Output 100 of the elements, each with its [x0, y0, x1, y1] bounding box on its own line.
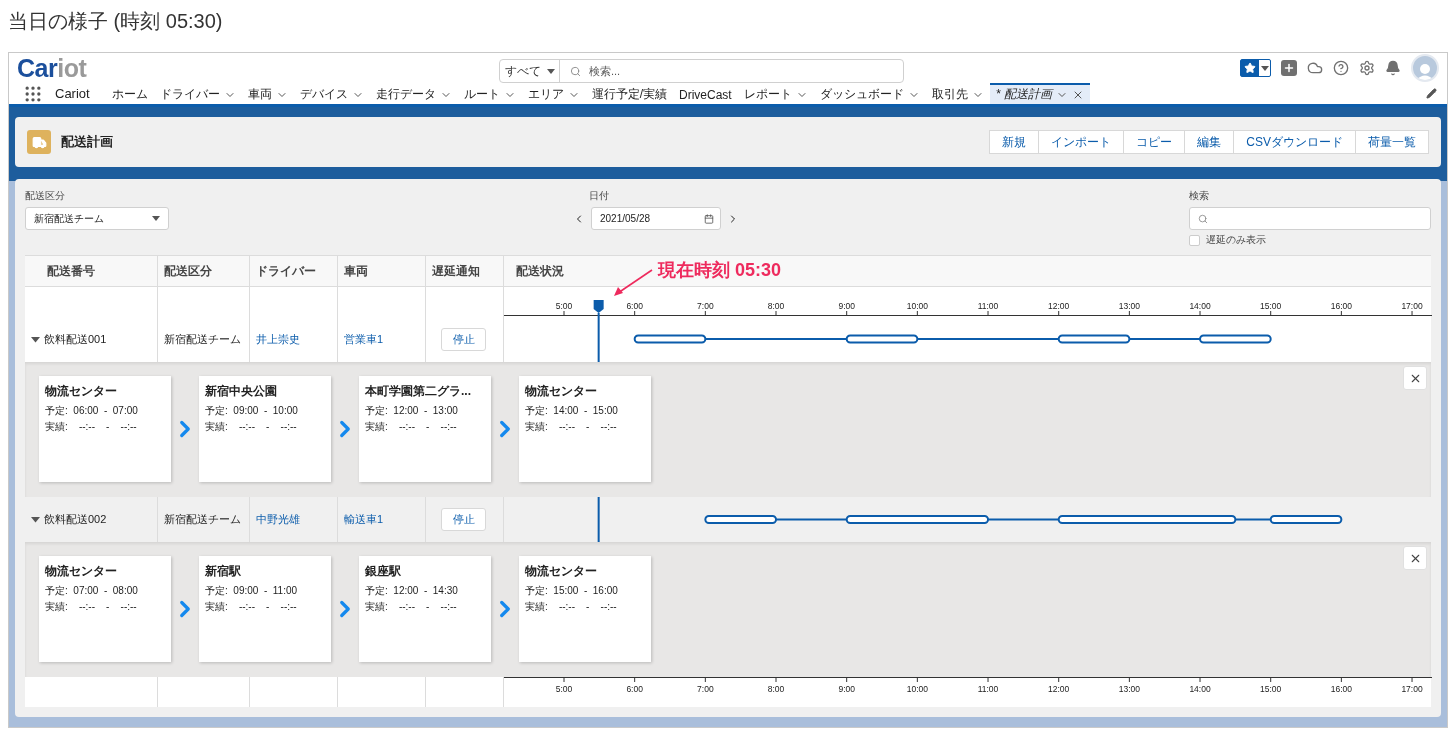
stop-name: 新宿中央公園	[205, 383, 278, 400]
caret-down-icon	[546, 68, 555, 74]
action-button[interactable]: 新規	[989, 130, 1040, 154]
nav-tab[interactable]: レポート	[737, 83, 814, 104]
axis-label: 8:00	[767, 684, 785, 694]
category-select[interactable]: 新宿配送チーム	[25, 207, 169, 230]
bell-icon[interactable]	[1385, 60, 1401, 77]
stop-name: 物流センター	[525, 563, 598, 580]
column-header: 配送区分	[164, 262, 212, 280]
caret-down-icon	[1260, 65, 1269, 71]
nav-tab[interactable]: 取引先	[925, 83, 990, 104]
close-button[interactable]	[1403, 366, 1427, 390]
table-cell: 飲料配送002	[44, 512, 107, 527]
stop-name: 銀座駅	[365, 563, 402, 580]
actual-time: 実績: --:-- - --:--	[365, 600, 458, 614]
field-label: 日付	[589, 189, 610, 203]
planned-time: 予定: 14:00 - 15:00	[525, 404, 619, 418]
action-button[interactable]: インポート	[1038, 130, 1125, 154]
axis-label: 9:00	[838, 301, 855, 311]
nav-tab[interactable]: 運行予定/実績	[585, 83, 674, 104]
axis-label: 12:00	[1048, 301, 1070, 311]
field-label: 検索	[1189, 189, 1210, 203]
vehicle-link[interactable]: 輸送車1	[344, 512, 384, 527]
column-header: 遅延通知	[432, 262, 480, 280]
nav-tab[interactable]: 車両	[241, 83, 294, 104]
axis-label: 10:00	[906, 684, 928, 694]
table-cell: 新宿配送チーム	[164, 512, 241, 527]
action-button[interactable]: CSVダウンロード	[1233, 130, 1356, 154]
actual-time: 実績: --:-- - --:--	[45, 600, 138, 614]
axis-label: 6:00	[626, 301, 643, 311]
avatar[interactable]	[1411, 54, 1439, 83]
column-header: 配送状況	[515, 262, 564, 280]
axis-label: 17:00	[1401, 684, 1423, 694]
column-header: ドライバー	[256, 262, 316, 280]
column-header: 配送番号	[46, 262, 95, 280]
caret-down-icon	[152, 216, 160, 221]
date-field[interactable]: 2021/05/28	[591, 207, 721, 230]
nav-tab[interactable]: ドライバー	[153, 83, 242, 104]
stop-name: 物流センター	[45, 563, 118, 580]
stop-name: 新宿駅	[205, 563, 242, 580]
help-icon[interactable]	[1333, 60, 1349, 77]
planned-time: 予定: 15:00 - 16:00	[525, 584, 619, 598]
stop-button[interactable]: 停止	[441, 508, 486, 531]
caret-down-icon[interactable]	[31, 515, 40, 524]
nav-tab[interactable]: ホーム	[105, 83, 154, 104]
nav-tab[interactable]: ダッシュボード	[813, 83, 926, 104]
stop-button[interactable]: 停止	[441, 327, 486, 351]
page-title: 当日の様子 (時刻 05:30)	[7, 9, 224, 34]
action-button[interactable]: コピー	[1123, 130, 1186, 154]
stop-name: 本町学園第二グラ...	[365, 383, 472, 400]
axis-label: 9:00	[838, 684, 855, 694]
nav-tab[interactable]: ルート	[457, 83, 522, 104]
favorites-button[interactable]	[1240, 59, 1271, 78]
axis-label: 15:00	[1260, 301, 1282, 311]
axis-label: 5:00	[555, 301, 573, 311]
search-field[interactable]	[1189, 207, 1431, 230]
axis-label: 13:00	[1118, 684, 1140, 694]
action-button[interactable]: 荷量一覧	[1355, 130, 1429, 154]
actual-time: 実績: --:-- - --:--	[45, 420, 138, 434]
nav-tab[interactable]: エリア	[521, 83, 586, 104]
axis-label: 14:00	[1189, 684, 1211, 694]
axis-label: 10:00	[906, 301, 928, 311]
vehicle-link[interactable]: 営業車1	[344, 331, 384, 347]
scope-dropdown[interactable]: すべて	[500, 60, 560, 82]
actual-time: 実績: --:-- - --:--	[525, 600, 618, 614]
stop-name: 物流センター	[45, 383, 118, 400]
axis-label: 6:00	[626, 684, 643, 694]
nav-tab[interactable]: DriveCast	[673, 83, 738, 104]
planned-time: 予定: 09:00 - 11:00	[205, 584, 299, 598]
add-button[interactable]	[1281, 60, 1297, 77]
action-button[interactable]: 編集	[1184, 130, 1235, 154]
annotation-text: 現在時刻 05:30	[658, 259, 782, 282]
axis-label: 16:00	[1330, 301, 1352, 311]
actual-time: 実績: --:-- - --:--	[365, 420, 458, 434]
nav-tab[interactable]: デバイス	[293, 83, 370, 104]
axis-label: 8:00	[767, 301, 785, 311]
nav-tab[interactable]: 走行データ	[369, 83, 458, 104]
search-icon	[1198, 213, 1208, 224]
caret-down-icon[interactable]	[31, 334, 40, 344]
column-header: 車両	[344, 262, 368, 280]
axis-label: 14:00	[1189, 301, 1211, 311]
pencil-icon[interactable]	[1426, 88, 1437, 100]
actual-time: 実績: --:-- - --:--	[205, 600, 298, 614]
planned-time: 予定: 06:00 - 07:00	[45, 404, 139, 418]
axis-label: 11:00	[977, 301, 999, 311]
planned-time: 予定: 12:00 - 13:00	[365, 404, 459, 418]
driver-link[interactable]: 井上崇史	[256, 331, 300, 347]
checkbox-label: 遅延のみ表示	[1206, 233, 1266, 247]
driver-link[interactable]: 中野光雄	[256, 512, 300, 527]
app-name: Cariot	[55, 85, 90, 104]
settings-icon[interactable]	[1359, 60, 1375, 77]
nav-tab[interactable]: * 配送計画	[989, 83, 1090, 104]
field-label: 配送区分	[25, 189, 66, 203]
axis-label: 7:00	[697, 684, 714, 694]
logo: Cariot	[17, 53, 87, 83]
search-field[interactable]: すべて 検索...	[499, 59, 904, 83]
actual-time: 実績: --:-- - --:--	[205, 420, 298, 434]
axis-label: 15:00	[1260, 684, 1282, 694]
close-button[interactable]	[1403, 546, 1427, 570]
checkbox[interactable]	[1189, 234, 1200, 246]
